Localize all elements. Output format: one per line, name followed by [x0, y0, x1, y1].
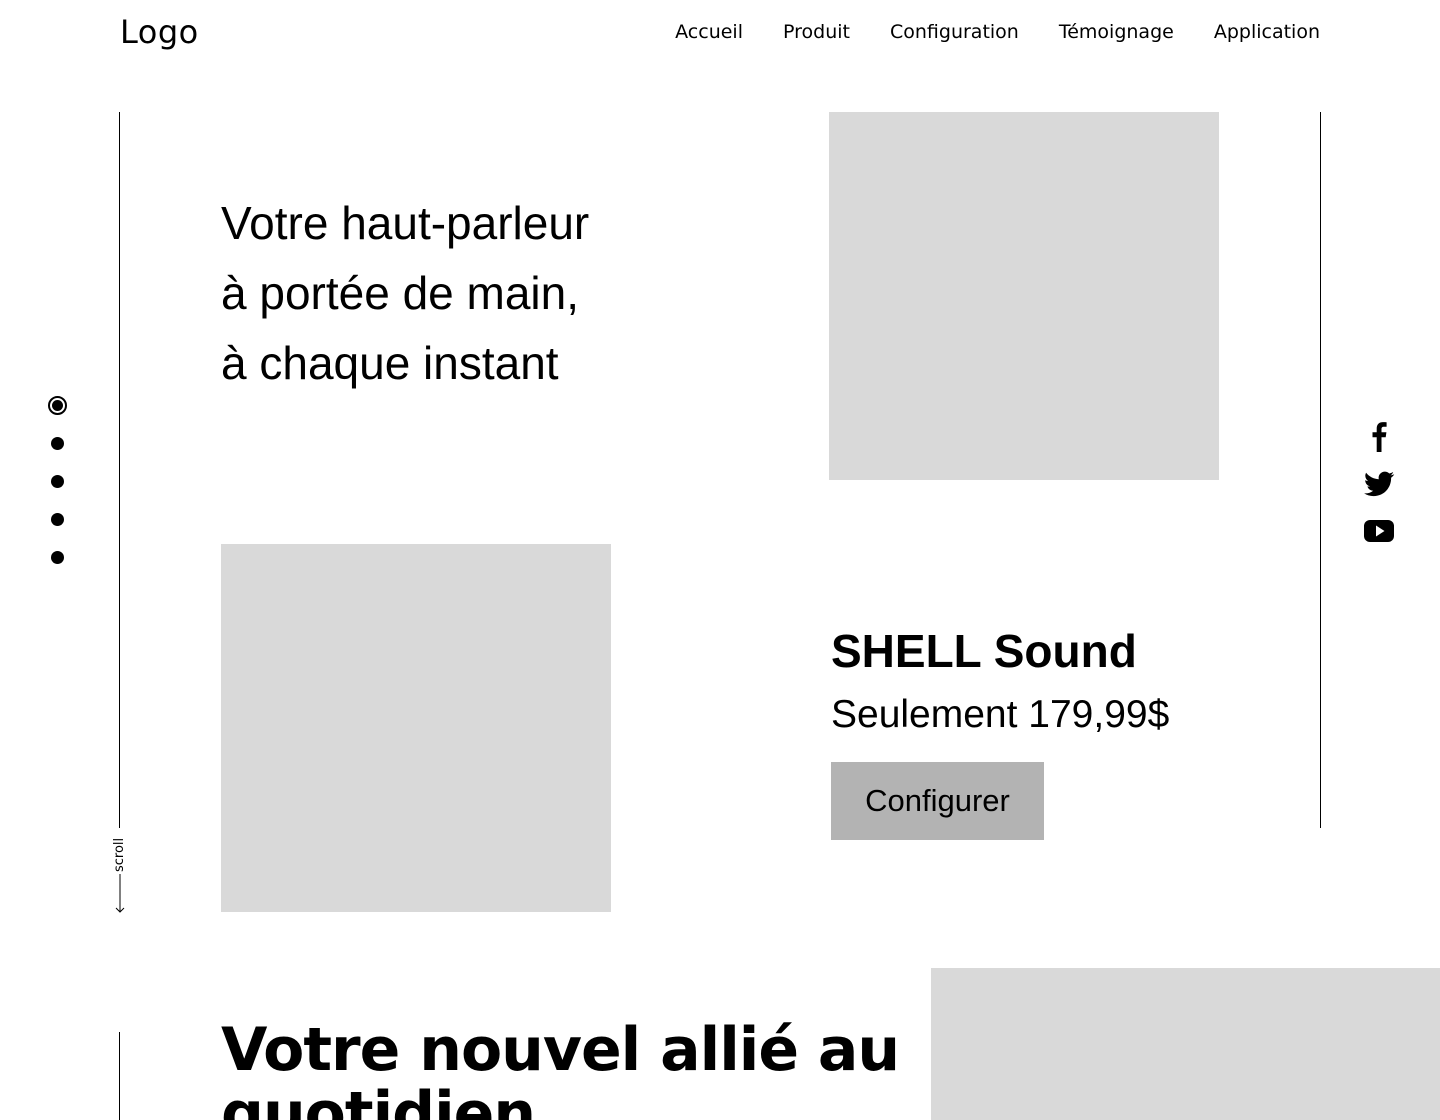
logo[interactable]: Logo: [120, 12, 199, 52]
product-image-placeholder: [829, 112, 1219, 480]
nav-link-configuration[interactable]: Configuration: [890, 20, 1019, 44]
hero-title-line: Votre haut-parleur: [221, 197, 590, 249]
right-divider-line: [1320, 112, 1321, 828]
configure-button[interactable]: Configurer: [831, 762, 1044, 840]
section2-image-placeholder: [931, 968, 1440, 1120]
nav-link-produit[interactable]: Produit: [783, 20, 850, 44]
section-dot[interactable]: [50, 437, 64, 450]
section2-title: Votre nouvel allié au quotidien: [221, 1015, 900, 1120]
scroll-down-arrow-icon[interactable]: [112, 874, 128, 916]
social-links: [1362, 418, 1398, 562]
section-dot[interactable]: [50, 513, 64, 526]
left-divider-line: [119, 112, 120, 828]
twitter-icon[interactable]: [1362, 466, 1396, 500]
section-dot[interactable]: [50, 551, 64, 564]
facebook-icon[interactable]: [1362, 418, 1396, 452]
nav-link-accueil[interactable]: Accueil: [675, 20, 743, 44]
hero-title-line: à chaque instant: [221, 337, 559, 389]
nav-link-temoignage[interactable]: Témoignage: [1059, 20, 1174, 44]
youtube-icon[interactable]: [1362, 514, 1396, 548]
product-price: Seulement 179,99$: [831, 693, 1170, 736]
section2-divider-line: [119, 1032, 120, 1120]
nav-link-application[interactable]: Application: [1214, 20, 1320, 44]
section-dots: [45, 396, 69, 589]
main-nav: Accueil Produit Configuration Témoignage…: [675, 20, 1320, 44]
section-dot-active[interactable]: [47, 396, 67, 415]
lifestyle-image-placeholder: [221, 544, 611, 912]
section-dot[interactable]: [50, 475, 64, 488]
hero-title: Votre haut-parleur à portée de main, à c…: [221, 188, 701, 398]
scroll-label: scroll: [112, 837, 127, 872]
hero-title-line: à portée de main,: [221, 267, 580, 319]
page: Logo Accueil Produit Configuration Témoi…: [0, 0, 1440, 1120]
product-name: SHELL Sound: [831, 625, 1137, 677]
